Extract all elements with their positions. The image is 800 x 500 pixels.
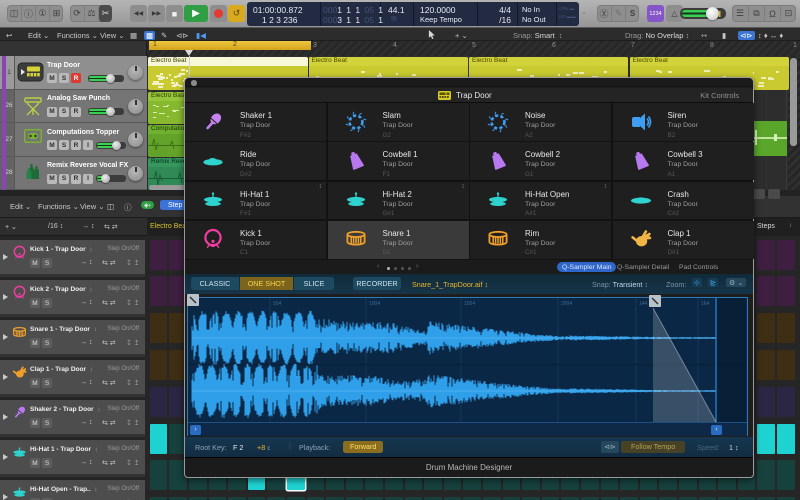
svg-text:504: 504 xyxy=(273,301,282,307)
svg-text:1504: 1504 xyxy=(464,301,475,307)
svg-text:2004: 2004 xyxy=(561,301,572,307)
svg-text:144: 144 xyxy=(639,301,648,307)
svg-text:164: 164 xyxy=(701,301,710,307)
svg-text:1004: 1004 xyxy=(369,301,380,307)
